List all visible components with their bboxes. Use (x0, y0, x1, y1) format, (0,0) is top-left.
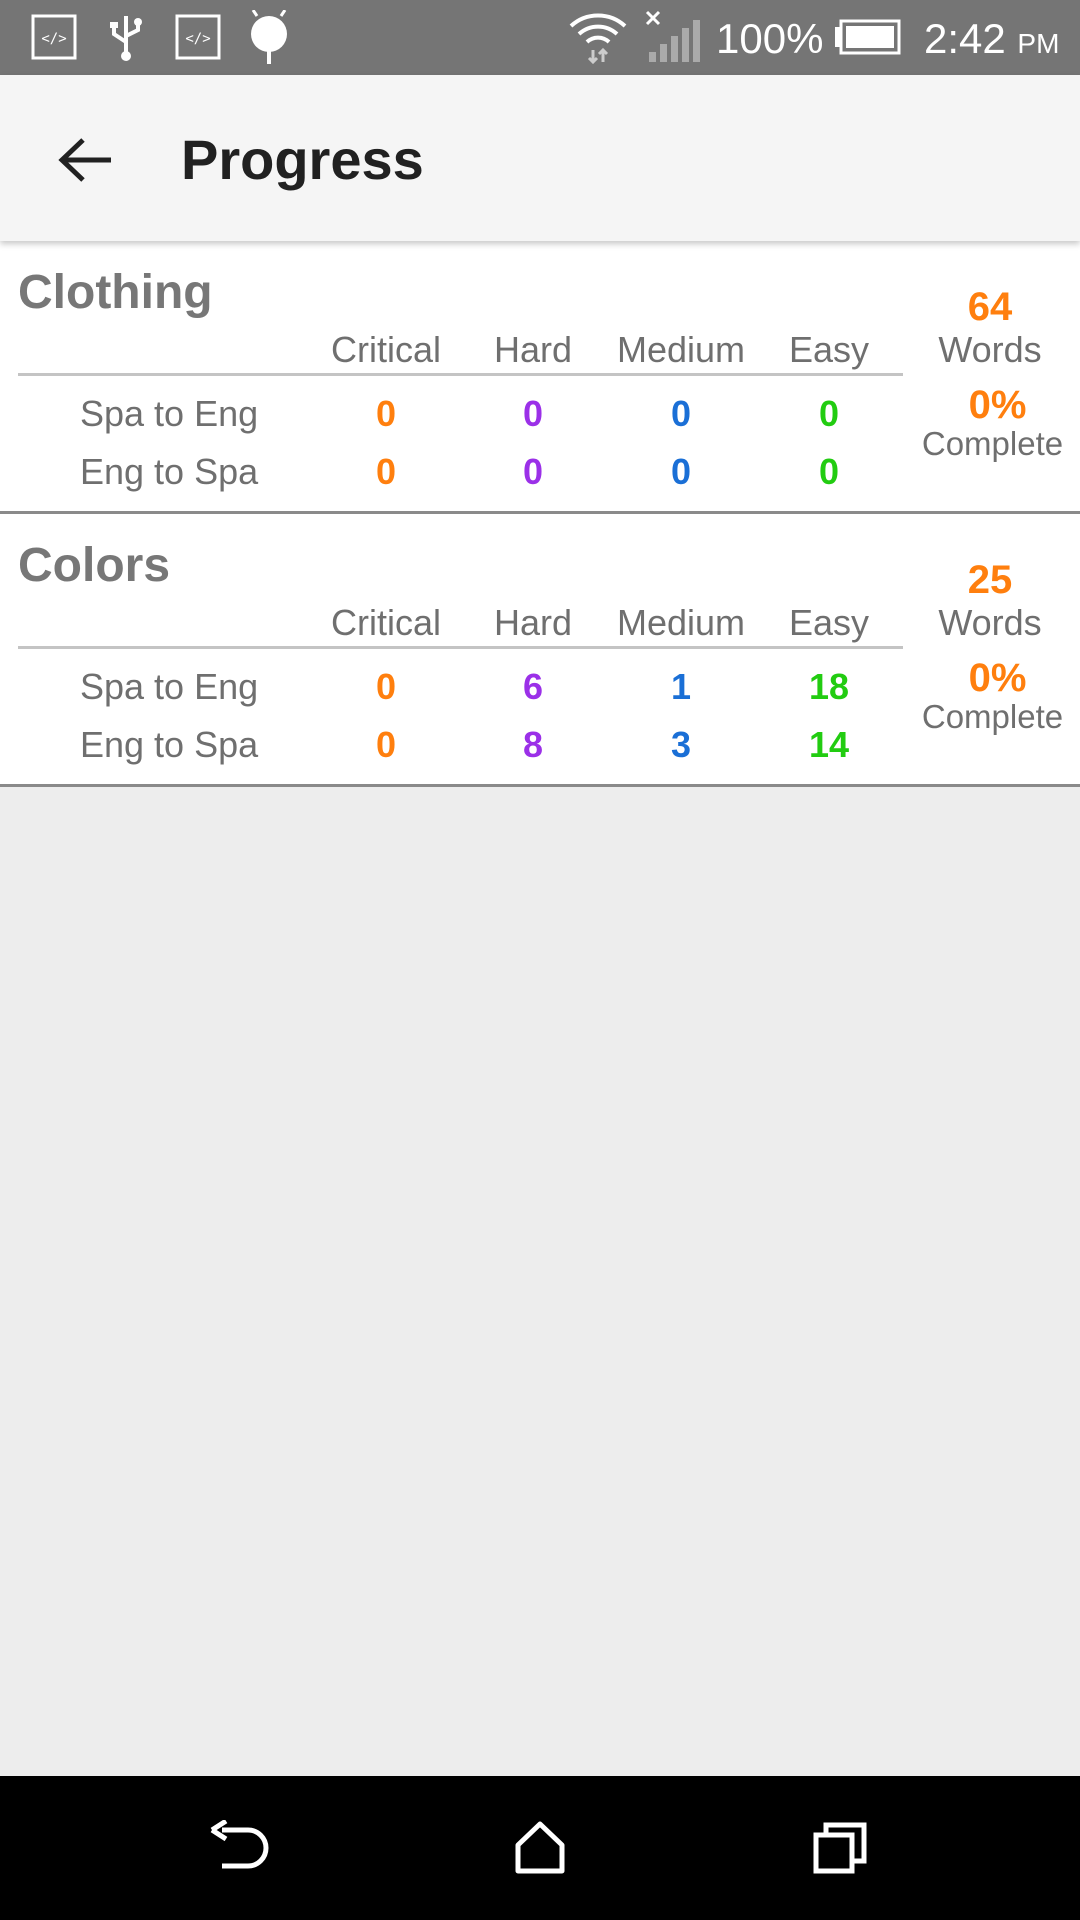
battery-icon (832, 12, 902, 62)
category-title: Clothing (18, 266, 213, 319)
column-header-hard: Hard (493, 329, 573, 370)
critical-count: 0 (375, 724, 397, 765)
home-icon[interactable] (500, 1812, 580, 1884)
column-header-easy: Easy (788, 329, 870, 370)
back-icon[interactable] (200, 1812, 280, 1884)
critical-count: 0 (375, 451, 397, 492)
row-label: Eng to Spa (80, 724, 259, 765)
hard-count: 0 (522, 451, 544, 492)
easy-count: 0 (818, 393, 840, 434)
critical-count: 0 (375, 393, 397, 434)
clock: 2:42 PM (924, 0, 1059, 75)
usb-icon (104, 12, 148, 62)
hard-count: 6 (522, 666, 544, 707)
medium-count: 1 (670, 666, 692, 707)
column-header-critical: Critical (330, 329, 441, 370)
back-arrow-icon[interactable] (50, 125, 120, 195)
column-header-critical: Critical (330, 602, 441, 643)
clock-suffix: PM (1017, 28, 1060, 59)
easy-count: 0 (818, 451, 840, 492)
signal-icon (642, 10, 704, 62)
column-header-medium: Medium (616, 602, 746, 643)
wifi-icon (566, 12, 630, 64)
easy-count: 18 (808, 666, 850, 707)
column-header-medium: Medium (616, 329, 746, 370)
medium-count: 3 (670, 724, 692, 765)
words-count: 64 (967, 285, 1013, 329)
column-header-hard: Hard (493, 602, 573, 643)
android-debug-icon (246, 10, 292, 64)
words-label: Words (938, 602, 1042, 643)
recents-icon[interactable] (800, 1812, 880, 1884)
percent-complete: 0% (968, 656, 1027, 700)
row-label: Eng to Spa (80, 451, 259, 492)
battery-percent: 100% (716, 15, 824, 62)
svg-text:</>: </> (185, 31, 210, 47)
header-divider (18, 373, 903, 376)
complete-label: Complete (921, 425, 1064, 462)
clock-time: 2:42 (924, 15, 1006, 62)
category-card[interactable]: Clothing Critical Hard Medium Easy Spa t… (0, 241, 1080, 514)
percent-complete: 0% (968, 383, 1027, 427)
app-bar: Progress (0, 75, 1080, 241)
page-title: Progress (181, 128, 424, 191)
column-header-easy: Easy (788, 602, 870, 643)
code-icon: </> (174, 12, 222, 62)
svg-text:</>: </> (41, 31, 66, 47)
progress-list: Clothing Critical Hard Medium Easy Spa t… (0, 241, 1080, 787)
words-label: Words (938, 329, 1042, 370)
words-count: 25 (967, 558, 1013, 602)
header-divider (18, 646, 903, 649)
medium-count: 0 (670, 451, 692, 492)
hard-count: 0 (522, 393, 544, 434)
code-icon: </> (30, 12, 78, 62)
row-label: Spa to Eng (80, 393, 259, 434)
category-card[interactable]: Colors Critical Hard Medium Easy Spa to … (0, 514, 1080, 787)
critical-count: 0 (375, 666, 397, 707)
navigation-bar (0, 1776, 1080, 1920)
row-label: Spa to Eng (80, 666, 259, 707)
medium-count: 0 (670, 393, 692, 434)
status-bar: </> </> 100% 2:42 PM (0, 0, 1080, 75)
easy-count: 14 (808, 724, 850, 765)
hard-count: 8 (522, 724, 544, 765)
category-title: Colors (18, 539, 171, 592)
complete-label: Complete (921, 698, 1064, 735)
